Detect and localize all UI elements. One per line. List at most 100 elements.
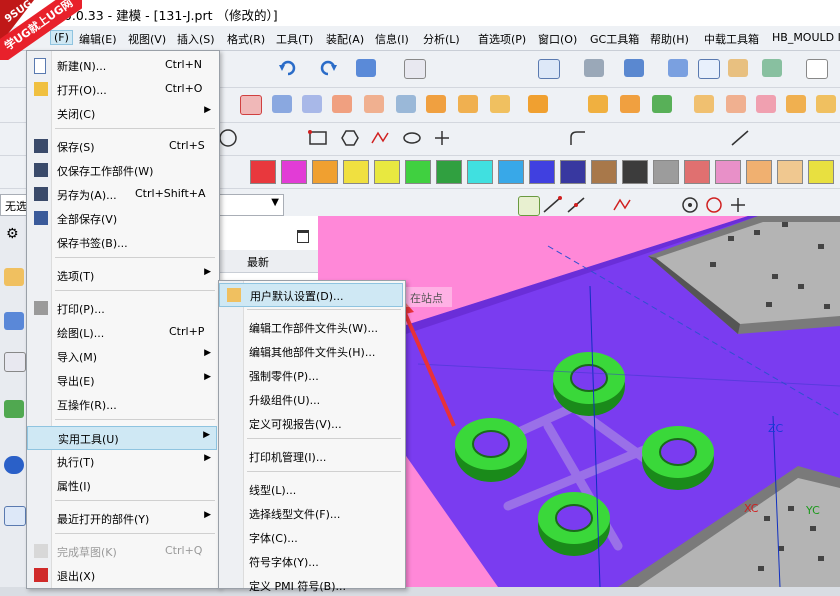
menu-gc-toolbox[interactable]: GC工具箱 [590, 31, 639, 47]
color-swatch-4[interactable] [343, 160, 369, 184]
file-menu-item-recent-parts[interactable]: 最近打开的部件(Y) ▶ [27, 507, 217, 529]
utilities-item-edit-work-header[interactable]: 编辑工作部件文件头(W)... [219, 316, 403, 338]
undo-icon[interactable] [278, 59, 298, 77]
circle-icon[interactable] [218, 129, 238, 147]
menu-analysis[interactable]: 分析(L) [423, 31, 460, 47]
file-menu-item-print[interactable]: 打印(P)... [27, 297, 217, 319]
color-swatch-6[interactable] [405, 160, 431, 184]
select-filter-icon[interactable] [356, 59, 376, 77]
utilities-item-line-type[interactable]: 线型(L)... [219, 478, 403, 500]
sew-icon[interactable] [816, 95, 836, 113]
file-menu-item-properties[interactable]: 属性(I) [27, 474, 217, 496]
boolean-icon[interactable] [620, 95, 640, 113]
file-menu-item-execute[interactable]: 执行(T) ▶ [27, 450, 217, 472]
view-orient-icon[interactable] [584, 59, 604, 77]
utilities-item-edit-other-header[interactable]: 编辑其他部件文件头(H)... [219, 340, 403, 362]
reuse-library-icon[interactable] [4, 400, 24, 418]
point-icon[interactable] [432, 129, 452, 147]
move-face-icon[interactable] [528, 95, 548, 113]
color-swatch-2[interactable] [281, 160, 307, 184]
trim-body-icon[interactable] [652, 95, 672, 113]
revolve-icon[interactable] [302, 95, 322, 113]
utilities-item-user-defaults[interactable]: 用户默认设置(D)... [219, 283, 403, 307]
color-swatch-12[interactable] [591, 160, 617, 184]
utilities-item-symbol-font[interactable]: 符号字体(Y)... [219, 550, 403, 572]
fillet-icon[interactable] [568, 129, 588, 147]
file-menu-item-open[interactable]: 打开(O)... Ctrl+O [27, 78, 217, 100]
menu-edit[interactable]: 编辑(E) [79, 31, 117, 47]
color-swatch-19[interactable] [808, 160, 834, 184]
redo-icon[interactable] [318, 59, 338, 77]
color-swatch-13[interactable] [622, 160, 648, 184]
color-swatch-1[interactable] [250, 160, 276, 184]
layer-icon[interactable] [728, 59, 748, 77]
shaded-view-icon[interactable] [624, 59, 644, 77]
color-swatch-3[interactable] [312, 160, 338, 184]
polygon-icon[interactable] [340, 129, 360, 147]
file-menu-item-interop[interactable]: 互操作(R)... [27, 393, 217, 415]
panel-maximize-icon[interactable] [297, 230, 309, 243]
block-icon[interactable] [490, 95, 510, 113]
color-swatch-18[interactable] [777, 160, 803, 184]
file-menu-item-options[interactable]: 选项(T) ▶ [27, 264, 217, 286]
color-swatch-11[interactable] [560, 160, 586, 184]
file-menu-item-export[interactable]: 导出(E) ▶ [27, 369, 217, 391]
file-menu-item-save-work-part[interactable]: 仅保存工作部件(W) [27, 159, 217, 181]
menu-format[interactable]: 格式(R) [227, 31, 265, 47]
file-menu-item-save-as[interactable]: 另存为(A)... Ctrl+Shift+A [27, 183, 217, 205]
hole-icon[interactable] [458, 95, 478, 113]
rectangle-icon[interactable] [308, 129, 328, 147]
white-bg-icon[interactable] [806, 59, 828, 79]
utilities-item-upgrade-components[interactable]: 升级组件(U)... [219, 388, 403, 410]
menu-info[interactable]: 信息(I) [375, 31, 409, 47]
menu-tools[interactable]: 工具(T) [276, 31, 313, 47]
color-swatch-7[interactable] [436, 160, 462, 184]
info-icon[interactable] [404, 59, 426, 79]
tube-icon[interactable] [396, 95, 416, 113]
surface-icon[interactable] [364, 95, 384, 113]
color-swatch-10[interactable] [529, 160, 555, 184]
utilities-item-printer-admin[interactable]: 打印机管理(I)... [219, 445, 403, 467]
color-swatch-17[interactable] [746, 160, 772, 184]
color-swatch-14[interactable] [653, 160, 679, 184]
utilities-item-define-pmi-symbol[interactable]: 定义 PMI 符号(B)... [219, 574, 403, 596]
fit-view-icon[interactable] [538, 59, 560, 79]
menu-insert[interactable]: 插入(S) [177, 31, 215, 47]
datum-icon[interactable] [240, 95, 262, 115]
file-menu-item-plot[interactable]: 绘图(L)... Ctrl+P [27, 321, 217, 343]
wireframe-view-icon[interactable] [698, 59, 720, 79]
file-menu-item-utilities[interactable]: 实用工具(U) ▶ [27, 426, 217, 450]
snap-quadrant-icon[interactable] [704, 196, 724, 214]
assembly-navigator-icon[interactable] [4, 268, 24, 286]
constraint-navigator-icon[interactable] [4, 312, 24, 330]
color-swatch-9[interactable] [498, 160, 524, 184]
file-menu-item-save[interactable]: 保存(S) Ctrl+S [27, 135, 217, 157]
thicken-icon[interactable] [756, 95, 776, 113]
gear-icon[interactable]: ⚙ [6, 226, 19, 242]
menu-preferences[interactable]: 首选项(P) [478, 31, 526, 47]
color-swatch-8[interactable] [467, 160, 493, 184]
history-icon[interactable] [4, 506, 26, 526]
ellipse-icon[interactable] [402, 129, 422, 147]
file-menu-item-close[interactable]: 关闭(C) ▶ [27, 102, 217, 124]
file-menu-item-exit[interactable]: 退出(X) [27, 564, 217, 586]
menu-window[interactable]: 窗口(O) [538, 31, 577, 47]
utilities-item-visual-report[interactable]: 定义可视报告(V)... [219, 412, 403, 434]
info-window-icon[interactable] [4, 456, 24, 474]
menu-hb-mould[interactable]: HB_MOULD I [772, 31, 840, 44]
utilities-item-font[interactable]: 字体(C)... [219, 526, 403, 548]
iso-view-icon[interactable] [668, 59, 688, 77]
menu-view[interactable]: 视图(V) [128, 31, 166, 47]
menu-assembly[interactable]: 装配(A) [326, 31, 364, 47]
section-view-icon[interactable] [762, 59, 782, 77]
snap-end-icon[interactable] [542, 196, 562, 214]
snap-center-icon[interactable] [680, 196, 700, 214]
menu-help[interactable]: 帮助(H) [650, 31, 689, 47]
snap-mid-icon[interactable] [566, 196, 586, 214]
utilities-item-force-part[interactable]: 强制零件(P)... [219, 364, 403, 386]
shell-icon[interactable] [426, 95, 446, 113]
color-swatch-16[interactable] [715, 160, 741, 184]
spline-icon[interactable] [370, 129, 390, 147]
file-menu-item-save-bookmark[interactable]: 保存书签(B)... [27, 231, 217, 253]
trim-icon[interactable] [730, 129, 750, 147]
